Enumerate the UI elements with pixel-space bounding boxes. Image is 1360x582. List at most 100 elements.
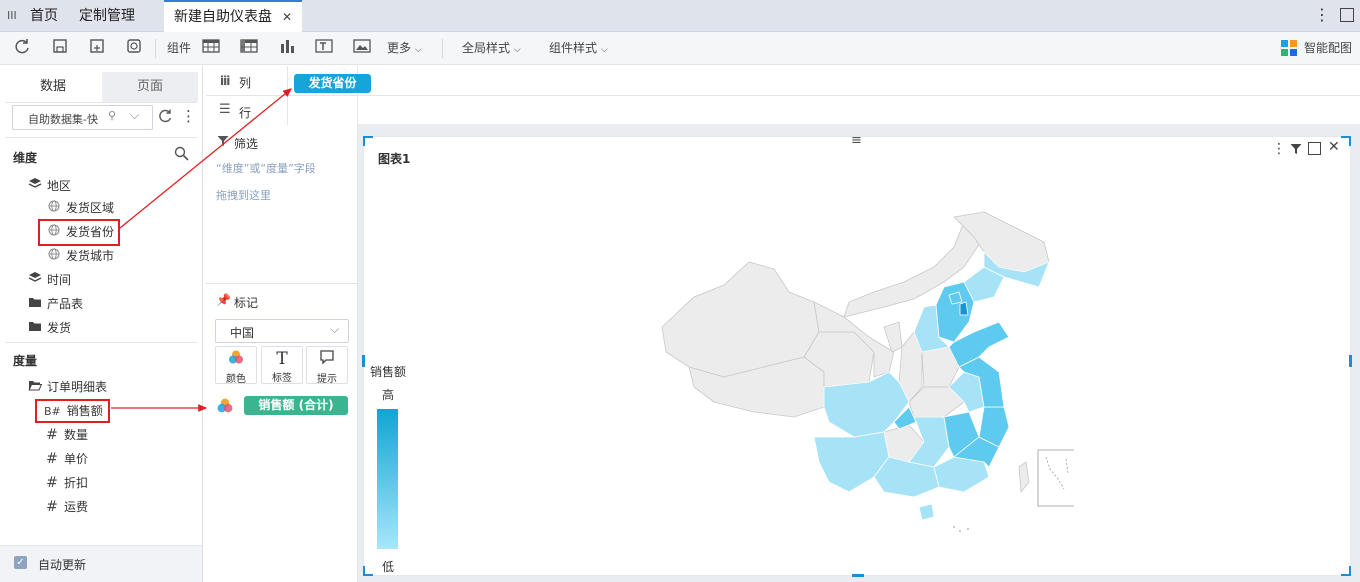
tab-page[interactable]: 页面 [102, 72, 198, 102]
row-icon: ☰ [219, 102, 231, 117]
resize-handle-top-left[interactable] [363, 136, 373, 146]
map-type-value: 中国 [230, 326, 255, 340]
menu-icon[interactable]: III [7, 0, 17, 32]
close-icon[interactable]: ✕ [282, 2, 292, 32]
resize-handle-left[interactable] [362, 355, 365, 367]
layers-icon [27, 175, 43, 197]
tree-item-region[interactable]: 地区 [27, 175, 71, 197]
resize-handle-bottom[interactable] [852, 574, 864, 577]
resize-handle-right[interactable] [1349, 355, 1352, 367]
highlight-box-sales [35, 399, 110, 423]
row-label: 行 [239, 106, 252, 120]
province-hainan [918, 503, 935, 521]
smart-chart-icon[interactable] [1281, 40, 1297, 59]
tree-item-time[interactable]: 时间 [27, 269, 71, 291]
map-type-select[interactable]: 中国 ⌵ [215, 319, 349, 343]
hash-icon: # [46, 451, 58, 467]
tree-item-label: 订单明细表 [47, 380, 108, 394]
measure-pill-sales[interactable]: 销售额 (合计) [244, 396, 348, 415]
column-shelf[interactable] [288, 66, 1360, 96]
color-icon [216, 397, 234, 417]
tree-item-order-detail[interactable]: 订单明细表 [27, 376, 107, 398]
global-style-menu[interactable]: 全局样式 ⌵ [462, 32, 521, 65]
component-style-menu[interactable]: 组件样式 ⌵ [549, 32, 608, 65]
resize-handle-bottom-right[interactable] [1341, 566, 1351, 576]
more-vertical-icon[interactable]: ⋮ [181, 108, 196, 124]
tree-item-label: 产品表 [47, 297, 84, 311]
tree-item-label: 单价 [64, 452, 89, 466]
chevron-down-icon: ⌵ [600, 45, 608, 55]
close-icon[interactable]: ✕ [1328, 139, 1340, 155]
chart-component[interactable]: 图表1 ≡ ⋮ ✕ 销售额 高 低 [362, 133, 1352, 577]
refresh-icon[interactable] [157, 108, 173, 127]
mark-title: 标记 [234, 296, 259, 310]
province-taiwan [1018, 461, 1030, 494]
tree-item-ship-area[interactable]: 发货区域 [46, 197, 114, 219]
more-vertical-icon[interactable]: ⋮ [1314, 6, 1330, 24]
save-icon[interactable] [50, 38, 70, 58]
hash-icon: # [46, 427, 58, 443]
dataset-select-value: 自助数据集-快 [28, 113, 98, 126]
maximize-icon[interactable] [1308, 142, 1321, 155]
mark-color-button[interactable]: 颜色 [215, 346, 257, 385]
divider [206, 283, 358, 284]
hash-icon: # [46, 499, 58, 515]
globe-icon [46, 245, 62, 267]
mark-tooltip-label: 提示 [317, 374, 337, 385]
maximize-icon[interactable] [1340, 8, 1354, 22]
tree-item-freight[interactable]: # 运费 [44, 496, 88, 518]
drag-handle-icon[interactable]: ≡ [851, 133, 862, 148]
mark-label-button[interactable]: T 标签 [261, 346, 303, 384]
bar-chart-icon[interactable] [277, 38, 297, 58]
resize-handle-top-right[interactable] [1341, 136, 1351, 146]
filter-icon[interactable] [1290, 143, 1302, 158]
south-china-sea-inset [1037, 449, 1074, 507]
refresh-icon[interactable] [12, 38, 32, 58]
search-icon: ⚲ [108, 109, 117, 122]
smart-chart-label[interactable]: 智能配图 [1304, 32, 1352, 65]
tab-new-dashboard-label: 新建自助仪表盘 [174, 9, 272, 25]
search-icon[interactable] [174, 146, 189, 164]
component-style-label: 组件样式 [549, 41, 598, 55]
tree-item-label: 地区 [47, 179, 72, 193]
tree-item-ship-city[interactable]: 发货城市 [46, 245, 114, 267]
crosstab-icon[interactable] [239, 38, 259, 58]
save-as-icon[interactable] [87, 38, 107, 58]
province-guangdong [933, 456, 990, 493]
highlight-box-province [38, 219, 120, 246]
hash-icon: # [46, 475, 58, 491]
auto-update-checkbox[interactable]: ✓ [14, 556, 27, 569]
tab-data[interactable]: 数据 [5, 72, 101, 102]
image-icon[interactable] [352, 38, 372, 58]
china-map [661, 211, 1074, 532]
column-icon: iii [220, 74, 230, 88]
chevron-down-icon: ⌵ [130, 108, 140, 122]
legend-low-label: 低 [382, 560, 395, 574]
tree-item-label: 折扣 [64, 476, 89, 490]
tab-custom-management[interactable]: 定制管理 [79, 0, 135, 32]
folder-icon [27, 317, 43, 339]
tree-item-product-table[interactable]: 产品表 [27, 293, 83, 315]
column-shelf-header: iii 列 [206, 66, 288, 96]
filter-icon [217, 135, 229, 150]
more-label: 更多 [387, 41, 412, 55]
dataset-select[interactable]: 自助数据集-快 ⚲ ⌵ [12, 105, 153, 130]
row-shelf[interactable] [288, 97, 1360, 125]
filter-hint-2: 拖拽到这里 [216, 189, 271, 202]
text-box-icon[interactable] [314, 38, 334, 58]
tree-item-unit-price[interactable]: # 单价 [44, 448, 88, 470]
tab-new-dashboard[interactable]: 新建自助仪表盘 ✕ [164, 0, 302, 32]
tab-home[interactable]: 首页 [30, 0, 58, 32]
table-icon[interactable] [201, 38, 221, 58]
chart-title: 图表1 [378, 152, 411, 166]
preview-icon[interactable] [124, 38, 144, 58]
more-vertical-icon[interactable]: ⋮ [1272, 141, 1286, 157]
tree-item-shipping[interactable]: 发货 [27, 317, 71, 339]
layers-icon [27, 269, 43, 291]
mark-tooltip-button[interactable]: 提示 [306, 346, 348, 385]
more-menu[interactable]: 更多 ⌵ [387, 32, 422, 65]
column-pill-province[interactable]: 发货省份 [294, 74, 371, 93]
tree-item-quantity[interactable]: # 数量 [44, 424, 88, 446]
resize-handle-bottom-left[interactable] [363, 566, 373, 576]
tree-item-discount[interactable]: # 折扣 [44, 472, 88, 494]
